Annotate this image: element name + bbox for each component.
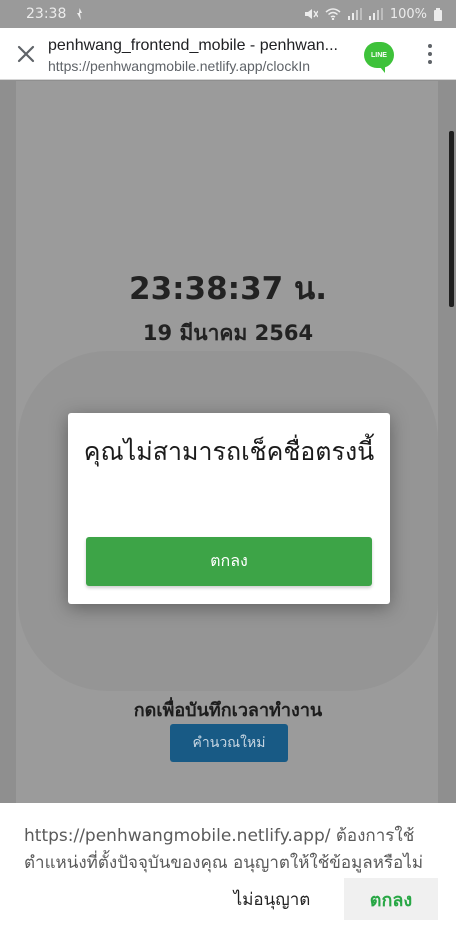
- notification-icon: [74, 8, 85, 20]
- page-title: penhwang_frontend_mobile - penhwan...: [48, 37, 338, 54]
- alert-modal: คุณไม่สามารถเช็คชื่อตรงนี้ ตกลง: [68, 413, 390, 604]
- mute-icon: [304, 8, 318, 20]
- page-url[interactable]: https://penhwangmobile.netlify.app/clock…: [48, 57, 354, 75]
- clock-time: 23:38:37 น.: [129, 271, 327, 307]
- battery-percent: 100%: [389, 6, 427, 22]
- clock-in-label: กดเพื่อบันทึกเวลาทำงาน: [133, 700, 323, 721]
- signal-icon-1: [347, 8, 362, 20]
- browser-titles: penhwang_frontend_mobile - penhwan... ht…: [48, 36, 354, 75]
- location-permission-sheet: https://penhwangmobile.netlify.app/ ต้อง…: [0, 803, 456, 937]
- line-app-icon[interactable]: LINE: [364, 42, 394, 73]
- wifi-icon: [325, 8, 341, 20]
- more-options-icon[interactable]: [426, 44, 434, 66]
- allow-button[interactable]: ตกลง: [344, 878, 438, 920]
- close-icon[interactable]: [14, 42, 38, 66]
- status-time: 23:38: [26, 6, 67, 22]
- battery-icon: [434, 7, 442, 21]
- permission-text: https://penhwangmobile.netlify.app/ ต้อง…: [24, 826, 424, 873]
- deny-button[interactable]: ไม่อนุญาต: [220, 878, 324, 920]
- signal-icon-2: [368, 8, 383, 20]
- browser-toolbar: penhwang_frontend_mobile - penhwan... ht…: [0, 28, 456, 80]
- modal-message: คุณไม่สามารถเช็คชื่อตรงนี้: [83, 437, 375, 466]
- status-bar: 23:38 100%: [0, 0, 456, 28]
- recalculate-button[interactable]: คำนวณใหม่: [170, 724, 288, 762]
- clock-date: 19 มีนาคม 2564: [142, 321, 314, 345]
- modal-ok-button[interactable]: ตกลง: [86, 537, 372, 586]
